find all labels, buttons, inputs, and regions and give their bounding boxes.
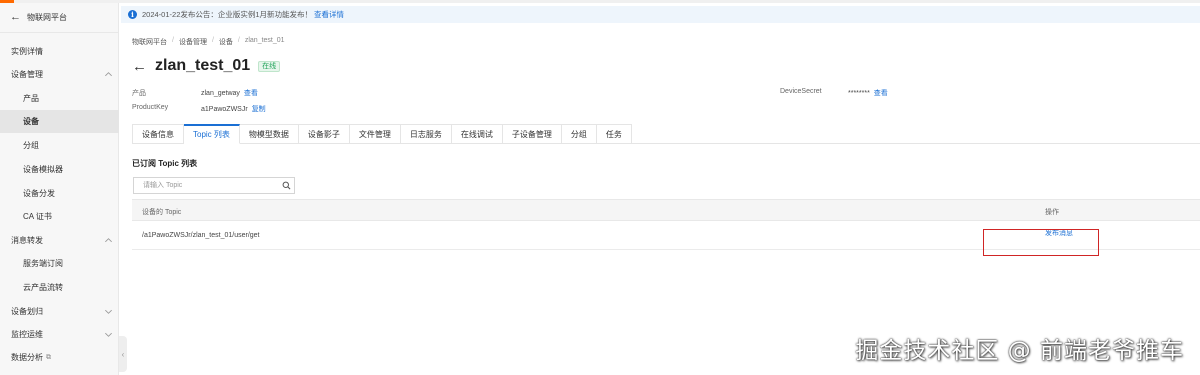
meta-secret-label: DeviceSecret [780, 88, 822, 95]
section-title: 已订阅 Topic 列表 [132, 159, 198, 168]
sidebar-item-device-simulator[interactable]: 设备模拟器 [0, 158, 119, 181]
meta-product: 产品 zlan_getway 查看 [132, 88, 258, 98]
sidebar-item-group[interactable]: 分组 [0, 134, 119, 157]
meta-productkey-label: ProductKey [132, 104, 169, 111]
breadcrumb-separator: / [211, 37, 214, 44]
breadcrumb: 物联网平台 / 设备管理 / 设备 / zlan_test_01 [132, 37, 285, 47]
sidebar-item-device-distribution[interactable]: 设备分发 [0, 182, 119, 205]
tab-log-service[interactable]: 日志服务 [400, 124, 452, 144]
sidebar-item-label: 监控运维 [11, 330, 43, 339]
breadcrumb-separator: / [172, 37, 174, 44]
tab-group[interactable]: 分组 [561, 124, 597, 144]
notice-detail-link[interactable]: 查看详情 [314, 9, 344, 20]
tab-topic-list[interactable]: Topic 列表 [184, 124, 240, 144]
status-badge: 在线 [258, 60, 281, 72]
tab-sub-device[interactable]: 子设备管理 [502, 124, 562, 144]
sidebar-back-label: 物联网平台 [27, 13, 67, 22]
secret-masked: ******** [848, 90, 870, 97]
info-icon: i [128, 10, 137, 19]
product-name: zlan_getway [201, 90, 240, 97]
sidebar-item-instance-detail[interactable]: 实例详情 [0, 40, 119, 63]
back-arrow-icon: ← [10, 11, 21, 23]
tab-device-info[interactable]: 设备信息 [132, 124, 184, 144]
sidebar-item-data-analysis[interactable]: 数据分析 ⧉ [0, 346, 119, 369]
sidebar-item-device[interactable]: 设备 [0, 110, 119, 133]
chevron-down-icon [104, 307, 113, 316]
sidebar: ← 物联网平台 实例详情 设备管理 产品 设备 分组 设备模拟器 设备分发 CA… [0, 3, 119, 375]
topic-search-input[interactable] [134, 178, 278, 193]
tab-device-shadow[interactable]: 设备影子 [298, 124, 350, 144]
tab-bar: 设备信息 Topic 列表 物模型数据 设备影子 文件管理 日志服务 在线调试 … [132, 124, 1200, 144]
breadcrumb-item[interactable]: 设备管理 [179, 37, 207, 47]
tab-task[interactable]: 任务 [596, 124, 632, 144]
main-content: i 2024-01-22发布公告：企业版实例1月新功能发布！ 查看详情 物联网平… [121, 3, 1200, 375]
meta-secret: DeviceSecret ******** 查看 [780, 88, 888, 97]
meta-product-value: zlan_getway 查看 [201, 88, 258, 98]
breadcrumb-item[interactable]: 物联网平台 [132, 37, 167, 47]
sidebar-back-button[interactable]: ← 物联网平台 [0, 3, 118, 33]
topic-cell: /a1PawoZWSJr/zlan_test_01/user/get [142, 232, 260, 239]
secret-view-link[interactable]: 查看 [874, 90, 888, 97]
tab-file-management[interactable]: 文件管理 [349, 124, 401, 144]
table-header: 设备的 Topic 操作 [132, 199, 1200, 221]
column-header-action: 操作 [1045, 209, 1059, 216]
external-link-icon: ⧉ [46, 353, 51, 361]
sidebar-item-label: 云产品流转 [23, 283, 63, 292]
meta-product-label: 产品 [132, 90, 146, 97]
topic-search-box [133, 177, 295, 194]
watermark: 掘金技术社区 @ 前端老爷推车 [855, 338, 1184, 364]
sidebar-item-label: 设备模拟器 [23, 165, 63, 174]
sidebar-item-message-forwarding[interactable]: 消息转发 [0, 229, 119, 252]
productkey-copy-link[interactable]: 复制 [252, 106, 266, 113]
sidebar-item-label: 实例详情 [11, 47, 43, 56]
title-row: ← zlan_test_01 在线 [132, 57, 281, 75]
product-view-link[interactable]: 查看 [244, 90, 258, 97]
sidebar-item-label: 数据分析 [11, 353, 43, 362]
chevron-up-icon [104, 70, 113, 79]
sidebar-item-server-subscription[interactable]: 服务端订阅 [0, 252, 119, 275]
sidebar-item-label: 产品 [23, 94, 39, 103]
column-header-topic: 设备的 Topic [142, 209, 182, 216]
sidebar-item-label: 服务端订阅 [23, 259, 63, 268]
notice-text: 2024-01-22发布公告：企业版实例1月新功能发布！ [142, 10, 313, 19]
breadcrumb-separator: / [237, 37, 240, 44]
sidebar-item-label: 分组 [23, 141, 39, 150]
sidebar-item-label: 消息转发 [11, 236, 43, 245]
productkey-text: a1PawoZWSJr [201, 106, 248, 113]
annotation-highlight-box [983, 229, 1099, 256]
sidebar-item-ca-cert[interactable]: CA 证书 [0, 205, 119, 228]
sidebar-item-label: 设备管理 [11, 70, 43, 79]
meta-productkey-value: a1PawoZWSJr 复制 [201, 104, 266, 114]
back-arrow-icon[interactable]: ← [132, 59, 147, 74]
search-icon[interactable] [278, 178, 294, 193]
notice-bar: i 2024-01-22发布公告：企业版实例1月新功能发布！ 查看详情 [121, 6, 1200, 23]
sidebar-item-label: CA 证书 [23, 212, 52, 221]
sidebar-item-product[interactable]: 产品 [0, 87, 119, 110]
sidebar-item-label: 设备分发 [23, 189, 55, 198]
chevron-up-icon [104, 236, 113, 245]
sidebar-item-cloud-product-flow[interactable]: 云产品流转 [0, 276, 119, 299]
sidebar-item-label: 设备 [23, 117, 39, 126]
tab-thing-model-data[interactable]: 物模型数据 [239, 124, 299, 144]
tab-online-debug[interactable]: 在线调试 [451, 124, 503, 144]
chevron-down-icon [104, 330, 113, 339]
sidebar-item-device-management[interactable]: 设备管理 [0, 63, 119, 86]
sidebar-item-label: 设备划归 [11, 307, 43, 316]
meta-productkey: ProductKey a1PawoZWSJr 复制 [132, 104, 266, 113]
sidebar-item-monitoring-ops[interactable]: 监控运维 [0, 323, 119, 346]
breadcrumb-item[interactable]: 设备 [219, 37, 233, 47]
page-title: zlan_test_01 [155, 57, 251, 74]
sidebar-item-device-assignment[interactable]: 设备划归 [0, 300, 119, 323]
breadcrumb-current: zlan_test_01 [244, 37, 285, 44]
meta-secret-value: ******** 查看 [848, 88, 888, 98]
